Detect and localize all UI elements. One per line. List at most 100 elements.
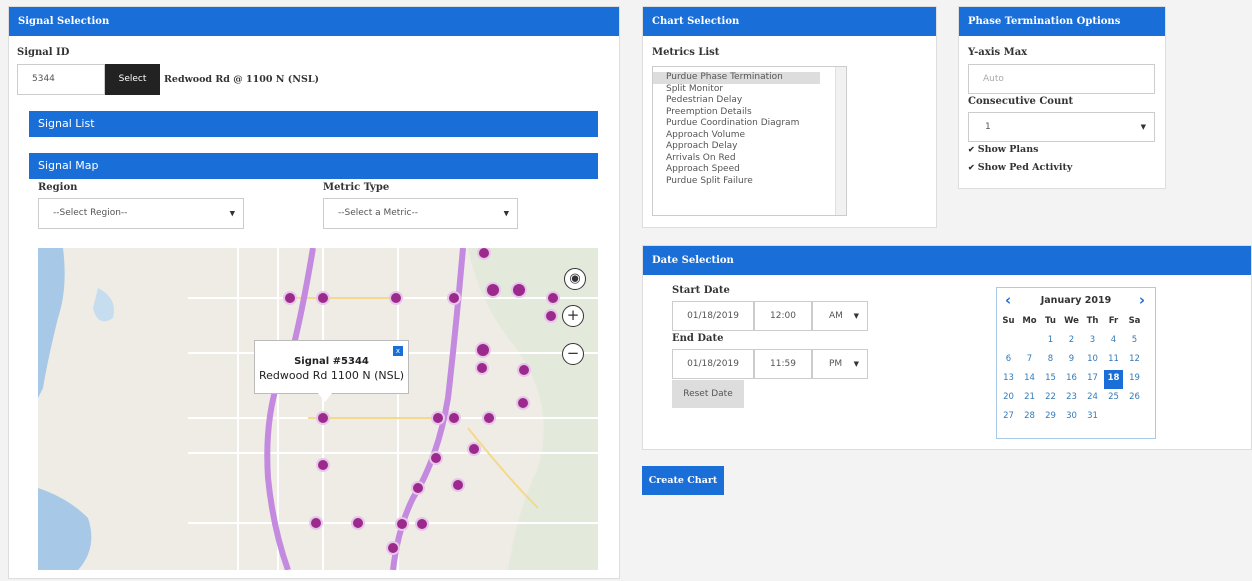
weekday-label: Tu bbox=[1045, 316, 1056, 326]
locate-icon[interactable]: ◉ bbox=[564, 268, 586, 290]
calendar-day[interactable]: 3 bbox=[1083, 332, 1102, 351]
start-ampm-select[interactable]: AM ▼ bbox=[812, 301, 868, 331]
metric-option[interactable]: Approach Speed bbox=[653, 164, 846, 176]
calendar-week-row: 6 7 8 9 10 11 12 bbox=[997, 351, 1155, 370]
chevron-down-icon: ▼ bbox=[853, 360, 859, 368]
signal-map[interactable]: ◉ + − x Signal #5344 Redwood Rd 1100 N (… bbox=[38, 248, 598, 570]
reset-date-button[interactable]: Reset Date bbox=[672, 380, 744, 408]
metric-option[interactable]: Split Monitor bbox=[653, 84, 846, 96]
signal-id-label: Signal ID bbox=[17, 47, 70, 58]
create-chart-button[interactable]: Create Chart bbox=[642, 466, 724, 495]
ymax-input[interactable]: Auto bbox=[968, 64, 1155, 94]
calendar-day[interactable]: 11 bbox=[1104, 351, 1123, 370]
calendar-day[interactable]: 28 bbox=[1020, 408, 1039, 427]
calendar-day[interactable]: 10 bbox=[1083, 351, 1102, 370]
signal-list-header[interactable]: Signal List bbox=[29, 111, 598, 137]
calendar-day[interactable]: 31 bbox=[1083, 408, 1102, 427]
calendar-month-title[interactable]: January 2019 bbox=[997, 295, 1155, 306]
date-selection-title: Date Selection bbox=[643, 246, 1251, 275]
calendar-day[interactable]: 22 bbox=[1041, 389, 1060, 408]
signal-map-header[interactable]: Signal Map bbox=[29, 153, 598, 179]
show-plans-label: Show Plans bbox=[977, 144, 1039, 155]
calendar-day[interactable]: 2 bbox=[1062, 332, 1081, 351]
calendar-next-button[interactable]: › bbox=[1139, 291, 1145, 309]
start-ampm-value: AM bbox=[829, 311, 843, 321]
metric-type-select[interactable]: --Select a Metric-- ▼ bbox=[323, 198, 518, 229]
calendar-grid: Su Mo Tu We Th Fr Sa 1 2 3 4 5 6 7 8 9 1… bbox=[997, 313, 1155, 427]
metric-option[interactable]: Purdue Split Failure bbox=[653, 176, 846, 188]
calendar-day[interactable]: 13 bbox=[999, 370, 1018, 389]
calendar-day bbox=[1125, 408, 1144, 427]
calendar-day[interactable]: 23 bbox=[1062, 389, 1081, 408]
zoom-out-icon[interactable]: − bbox=[562, 343, 584, 365]
end-ampm-select[interactable]: PM ▼ bbox=[812, 349, 868, 379]
calendar-day[interactable]: 16 bbox=[1062, 370, 1081, 389]
metric-option[interactable]: Pedestrian Delay bbox=[653, 95, 846, 107]
calendar-day[interactable]: 20 bbox=[999, 389, 1018, 408]
metric-option[interactable]: Approach Volume bbox=[653, 130, 846, 142]
calendar-day[interactable]: 25 bbox=[1104, 389, 1123, 408]
calendar-day[interactable]: 6 bbox=[999, 351, 1018, 370]
calendar-day[interactable]: 27 bbox=[999, 408, 1018, 427]
metrics-listbox[interactable]: Purdue Phase Termination Split Monitor P… bbox=[652, 66, 847, 216]
calendar-day[interactable]: 21 bbox=[1020, 389, 1039, 408]
region-select[interactable]: --Select Region-- ▼ bbox=[38, 198, 244, 229]
foothills-shape bbox=[468, 248, 598, 570]
show-plans-checkbox[interactable]: ✔ Show Plans bbox=[968, 144, 1038, 155]
calendar-day[interactable]: 24 bbox=[1083, 389, 1102, 408]
calendar-day[interactable]: 8 bbox=[1041, 351, 1060, 370]
calendar-day[interactable]: 14 bbox=[1020, 370, 1039, 389]
calendar-week-row: 27 28 29 30 31 bbox=[997, 408, 1155, 427]
listbox-scrollbar[interactable] bbox=[835, 67, 846, 215]
select-button[interactable]: Select bbox=[105, 64, 160, 95]
metrics-list-label: Metrics List bbox=[652, 47, 720, 58]
consecutive-count-label: Consecutive Count bbox=[968, 96, 1074, 107]
zoom-in-icon[interactable]: + bbox=[562, 305, 584, 327]
metric-option[interactable]: Purdue Coordination Diagram bbox=[653, 118, 846, 130]
chevron-down-icon: ▼ bbox=[503, 209, 509, 217]
calendar-day[interactable]: 7 bbox=[1020, 351, 1039, 370]
metric-option[interactable]: Preemption Details bbox=[653, 107, 846, 119]
start-date-value: 01/18/2019 bbox=[687, 311, 739, 321]
region-label: Region bbox=[38, 182, 78, 193]
popup-close-button[interactable]: x bbox=[393, 346, 403, 356]
checkmark-icon: ✔ bbox=[968, 162, 975, 172]
consecutive-count-select[interactable]: 1 ▼ bbox=[968, 112, 1155, 142]
popup-subtitle: Redwood Rd 1100 N (NSL) bbox=[258, 369, 405, 382]
metric-option[interactable]: Purdue Phase Termination bbox=[653, 72, 820, 84]
calendar-day[interactable]: 19 bbox=[1125, 370, 1144, 389]
calendar-day[interactable]: 15 bbox=[1041, 370, 1060, 389]
metric-option[interactable]: Approach Delay bbox=[653, 141, 846, 153]
calendar-week-row: 13 14 15 16 17 18 19 bbox=[997, 370, 1155, 389]
calendar-weekday-row: Su Mo Tu We Th Fr Sa bbox=[997, 313, 1155, 332]
popup-pointer bbox=[318, 393, 332, 402]
date-picker-calendar[interactable]: ‹ January 2019 › Su Mo Tu We Th Fr Sa 1 … bbox=[996, 287, 1156, 439]
phase-options-title: Phase Termination Options bbox=[959, 7, 1165, 36]
calendar-day[interactable]: 17 bbox=[1083, 370, 1102, 389]
calendar-day[interactable]: 5 bbox=[1125, 332, 1144, 351]
ymax-label: Y-axis Max bbox=[968, 47, 1028, 58]
calendar-day[interactable]: 9 bbox=[1062, 351, 1081, 370]
calendar-day[interactable]: 1 bbox=[1041, 332, 1060, 351]
calendar-day[interactable]: 12 bbox=[1125, 351, 1144, 370]
chevron-down-icon: ▼ bbox=[853, 312, 859, 320]
calendar-day[interactable]: 30 bbox=[1062, 408, 1081, 427]
chevron-down-icon: ▼ bbox=[1140, 123, 1146, 131]
start-time-input[interactable]: 12:00 bbox=[754, 301, 812, 331]
calendar-day bbox=[999, 332, 1018, 351]
end-time-input[interactable]: 11:59 bbox=[754, 349, 812, 379]
calendar-day[interactable]: 26 bbox=[1125, 389, 1144, 408]
metric-option[interactable]: Arrivals On Red bbox=[653, 153, 846, 165]
calendar-day[interactable]: 4 bbox=[1104, 332, 1123, 351]
calendar-week-row: 1 2 3 4 5 bbox=[997, 332, 1155, 351]
start-date-input[interactable]: 01/18/2019 bbox=[672, 301, 754, 331]
start-time-value: 12:00 bbox=[770, 311, 796, 321]
map-canvas[interactable] bbox=[38, 248, 598, 570]
show-ped-activity-checkbox[interactable]: ✔ Show Ped Activity bbox=[968, 162, 1072, 173]
calendar-day-selected[interactable]: 18 bbox=[1104, 370, 1123, 389]
end-date-input[interactable]: 01/18/2019 bbox=[672, 349, 754, 379]
signal-id-input[interactable]: 5344 bbox=[17, 64, 105, 95]
chevron-right-icon: › bbox=[1138, 291, 1145, 309]
calendar-day[interactable]: 29 bbox=[1041, 408, 1060, 427]
end-ampm-value: PM bbox=[829, 359, 843, 369]
